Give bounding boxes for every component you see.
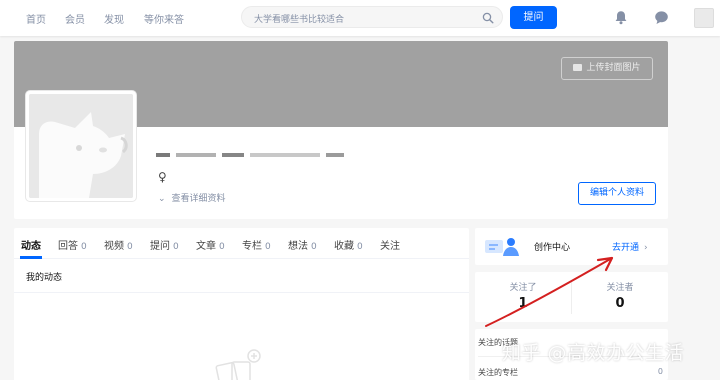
chat-bubble-icon[interactable] [654, 10, 669, 25]
username-redacted [156, 142, 381, 157]
active-tab-indicator [20, 256, 42, 259]
tab-articles[interactable]: 文章 0 [196, 237, 225, 252]
nav-home[interactable]: 首页 [26, 11, 46, 26]
section-title: 我的动态 [26, 273, 63, 283]
tab-questions[interactable]: 提问 0 [150, 237, 179, 252]
user-avatar[interactable] [694, 8, 714, 28]
tab-activity[interactable]: 动态 [21, 237, 41, 252]
list-item-label: 关注的专栏 [478, 368, 518, 377]
profile-header-card: 上传封面图片 ♀ ⌄ 查看详细资料 编辑个人资料 [14, 41, 668, 219]
chevron-down-icon: ⌄ [158, 194, 166, 204]
search-icon[interactable] [482, 12, 494, 24]
gender-female-icon: ♀ [158, 170, 167, 184]
empty-state-icon [215, 349, 261, 380]
annotation-arrow [485, 256, 614, 327]
view-details-label: 查看详细资料 [171, 194, 226, 204]
bell-icon[interactable] [614, 10, 628, 25]
tab-following[interactable]: 关注 [380, 237, 400, 252]
upload-cover-button[interactable]: 上传封面图片 [561, 57, 653, 80]
list-item-value: 0 [657, 367, 663, 376]
camera-icon [573, 64, 583, 71]
watermark: 知乎 @高效办公生活 [502, 342, 685, 364]
tab-answers[interactable]: 回答 0 [58, 237, 87, 252]
default-avatar-image [29, 94, 133, 198]
tab-thoughts[interactable]: 想法 0 [288, 237, 317, 252]
section-divider [14, 292, 469, 293]
ask-question-button[interactable]: 提问 [510, 6, 557, 29]
tab-videos[interactable]: 视频 0 [104, 237, 133, 252]
upload-cover-label: 上传封面图片 [586, 63, 641, 73]
nav-discover[interactable]: 发现 [104, 11, 124, 26]
tab-favorites[interactable]: 收藏 0 [334, 237, 363, 252]
top-navigation-bar: 首页 会员 发现 等你来答 大学看哪些书比较适合 提问 [0, 0, 720, 36]
tab-columns[interactable]: 专栏 0 [242, 237, 271, 252]
profile-avatar[interactable] [26, 91, 136, 201]
profile-tabs: 动态 回答 0 视频 0 提问 0 文章 0 专栏 0 想法 0 收藏 0 关注 [14, 228, 469, 259]
chevron-right-icon: › [644, 243, 648, 253]
list-item[interactable]: 关注的专栏 0 [478, 367, 665, 378]
search-placeholder: 大学看哪些书比较适合 [254, 15, 345, 25]
nav-waiting-answers[interactable]: 等你来答 [144, 11, 184, 26]
nav-membership[interactable]: 会员 [65, 11, 85, 26]
search-input[interactable]: 大学看哪些书比较适合 [241, 6, 503, 28]
edit-profile-button[interactable]: 编辑个人资料 [578, 182, 656, 205]
activity-card: 动态 回答 0 视频 0 提问 0 文章 0 专栏 0 想法 0 收藏 0 关注 我的动态 [14, 228, 469, 380]
view-details-link[interactable]: ⌄ 查看详细资料 [158, 191, 226, 204]
